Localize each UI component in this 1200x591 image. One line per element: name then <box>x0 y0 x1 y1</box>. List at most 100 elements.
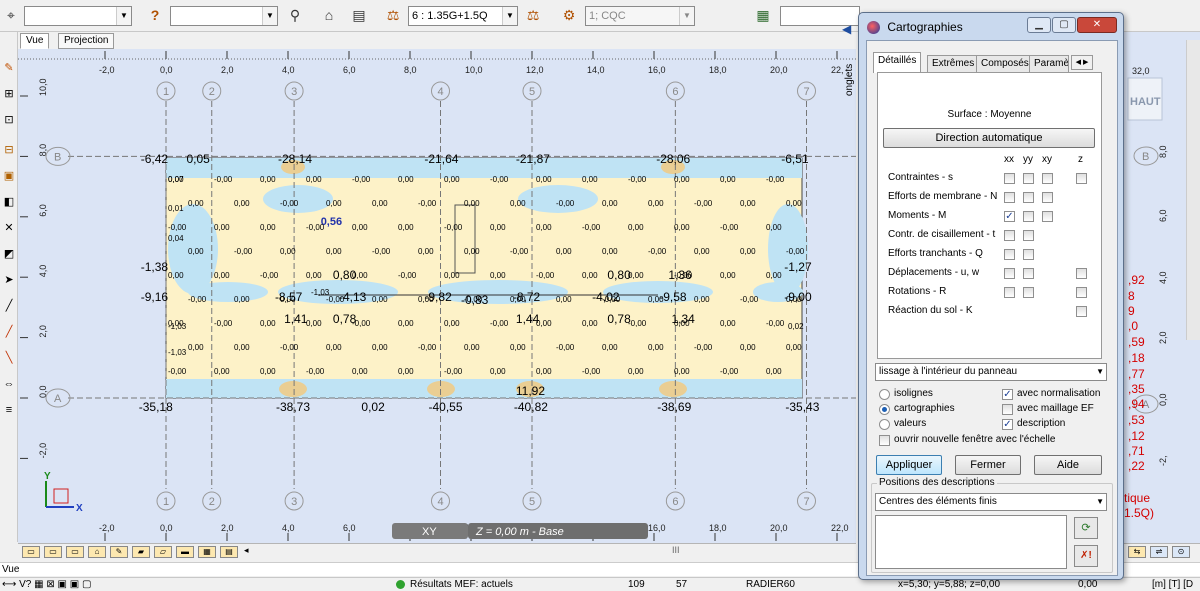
map-type-checkbox[interactable] <box>1023 173 1034 184</box>
load-case-combo[interactable]: 6 : 1.35G+1.5Q ▼ <box>408 6 518 26</box>
dimension-icon[interactable]: ⇔ <box>1 376 17 392</box>
map-type-checkbox[interactable] <box>1042 211 1053 222</box>
minimize-button[interactable]: ▁ <box>1027 17 1051 33</box>
small-value: 0,00 <box>214 223 230 232</box>
tab-projection[interactable]: Projection <box>58 33 115 49</box>
tab-vue[interactable]: Vue <box>20 33 50 49</box>
maximize-button[interactable]: ▢ <box>1052 17 1076 33</box>
scroll-left-icon[interactable]: ◂ <box>244 545 249 556</box>
smoothing-select[interactable]: lissage à l'intérieur du panneau ▼ <box>875 363 1107 381</box>
node-icon[interactable]: ⊞ <box>1 86 17 102</box>
check-new-window[interactable] <box>879 435 890 446</box>
delete-description-icon[interactable]: ✗! <box>1074 545 1098 567</box>
calc-icon[interactable]: ▦ <box>752 4 774 26</box>
bar-icon[interactable]: ⊡ <box>1 112 17 128</box>
map-type-checkbox[interactable] <box>1004 230 1015 241</box>
close-button[interactable]: Fermer <box>955 455 1021 475</box>
apply-button[interactable]: Appliquer <box>876 455 942 475</box>
structure-canvas[interactable]: -2,0 0,0 2,0 4,0 6,0 8,0 10,0 12,0 14,0 16,0 18,0 2… <box>18 49 856 543</box>
release-icon[interactable]: ◧ <box>1 194 17 210</box>
tab-scroll-arrows[interactable]: ◀ ▶ <box>1071 55 1093 70</box>
tab-composes[interactable]: Composés <box>976 55 1034 72</box>
map-type-checkbox[interactable] <box>1023 287 1034 298</box>
map-type-checkbox[interactable] <box>1076 173 1087 184</box>
brush-icon[interactable]: ✎ <box>1 60 17 76</box>
help-cursor-icon[interactable]: ⌖ <box>0 4 22 26</box>
map-type-label: Déplacements - u, w <box>888 267 980 278</box>
map-type-checkbox[interactable] <box>1023 268 1034 279</box>
map-type-checkbox[interactable] <box>1076 268 1087 279</box>
case-combo[interactable]: ▼ <box>170 6 278 26</box>
view-icon-1[interactable]: ⇆ <box>1128 546 1146 558</box>
small-value: 0,00 <box>326 247 342 256</box>
question-icon[interactable]: ? <box>144 4 166 26</box>
snap-icon[interactable]: ◩ <box>1 246 17 262</box>
top-edge-value: 0,05 <box>187 152 211 166</box>
arrow-icon[interactable]: ➤ <box>1 272 17 288</box>
description-list[interactable] <box>875 515 1067 569</box>
check-description[interactable]: ✓ <box>1002 419 1013 430</box>
selection-combo[interactable]: ▼ <box>24 6 132 26</box>
pencil-icon[interactable]: ╲ <box>1 350 17 366</box>
map-type-checkbox[interactable] <box>1023 249 1034 260</box>
map-type-checkbox[interactable] <box>1076 306 1087 317</box>
direction-button[interactable]: Direction automatique <box>883 128 1095 148</box>
bottom-tool-icon[interactable]: ▤ <box>220 546 238 558</box>
status-icons[interactable]: ⟷ V? ▦ ⊠ ▣ ▣ ▢ <box>2 578 91 591</box>
tab-parametres[interactable]: Paramè <box>1029 55 1069 72</box>
view-icon-3[interactable]: ⊙ <box>1172 546 1190 558</box>
mode-combo[interactable]: 1; CQC ▼ <box>585 6 695 26</box>
map-type-checkbox[interactable]: ✓ <box>1004 211 1015 222</box>
bottom-tool-icon[interactable]: ▱ <box>154 546 172 558</box>
map-type-checkbox[interactable] <box>1004 287 1015 298</box>
bottom-tool-icon[interactable]: ▬ <box>176 546 194 558</box>
structure-view-icon[interactable]: ⌂ <box>318 4 340 26</box>
close-window-button[interactable]: ✕ <box>1077 17 1117 33</box>
map-type-checkbox[interactable] <box>1023 192 1034 203</box>
load-case-icon[interactable]: ⚖ <box>382 4 404 26</box>
map-type-checkbox[interactable] <box>1042 173 1053 184</box>
bottom-tool-icon[interactable]: ▦ <box>198 546 216 558</box>
map-type-checkbox[interactable] <box>1023 211 1034 222</box>
radio-cartographies[interactable] <box>879 404 890 415</box>
panel-icon[interactable]: ▣ <box>1 168 17 184</box>
check-maillage[interactable] <box>1002 404 1013 415</box>
line-icon[interactable]: ╱ <box>1 298 17 314</box>
map-type-checkbox[interactable] <box>1042 192 1053 203</box>
tab-detailles[interactable]: Détaillés <box>873 52 922 73</box>
combination-icon[interactable]: ⚖ <box>522 4 544 26</box>
offset-icon[interactable]: ✕ <box>1 220 17 236</box>
bottom-tool-icon[interactable]: ✎ <box>110 546 128 558</box>
small-value: -0,00 <box>188 295 207 304</box>
help-button[interactable]: Aide <box>1034 455 1102 475</box>
section-icon[interactable]: ≡ <box>1 402 17 418</box>
view-icon-2[interactable]: ⇌ <box>1150 546 1168 558</box>
map-type-checkbox[interactable] <box>1076 287 1087 298</box>
refresh-icon[interactable]: ⟳ <box>1074 517 1098 539</box>
wand-question-icon[interactable]: ⚲ <box>284 4 306 26</box>
small-value: 0,00 <box>188 343 204 352</box>
map-type-checkbox[interactable] <box>1004 268 1015 279</box>
map-type-checkbox[interactable] <box>1023 230 1034 241</box>
bottom-tool-icon[interactable]: ▰ <box>132 546 150 558</box>
onglets-tab[interactable]: onglets <box>843 40 857 100</box>
bottom-tool-icon[interactable]: ▭ <box>22 546 40 558</box>
pin-arrow-icon[interactable]: ◀ <box>842 22 851 36</box>
positions-select[interactable]: Centres des éléments finis ▼ <box>875 493 1107 511</box>
map-type-checkbox[interactable] <box>1004 249 1015 260</box>
check-normalisation[interactable]: ✓ <box>1002 389 1013 400</box>
radio-valeurs[interactable] <box>879 419 890 430</box>
scroll-grip[interactable]: III <box>672 545 680 555</box>
bottom-tool-icon[interactable]: ▭ <box>66 546 84 558</box>
support-icon[interactable]: ⊟ <box>1 142 17 158</box>
map-type-checkbox[interactable] <box>1004 173 1015 184</box>
tab-extremes[interactable]: Extrêmes <box>927 55 980 72</box>
bottom-tool-icon[interactable]: ⌂ <box>88 546 106 558</box>
vertical-scrollbar[interactable] <box>1186 40 1200 340</box>
map-type-checkbox[interactable] <box>1004 192 1015 203</box>
mode-icon[interactable]: ⚙ <box>558 4 580 26</box>
draw-icon[interactable]: ╱ <box>1 324 17 340</box>
display-icon[interactable]: ▤ <box>348 4 370 26</box>
radio-isolignes[interactable] <box>879 389 890 400</box>
bottom-tool-icon[interactable]: ▭ <box>44 546 62 558</box>
